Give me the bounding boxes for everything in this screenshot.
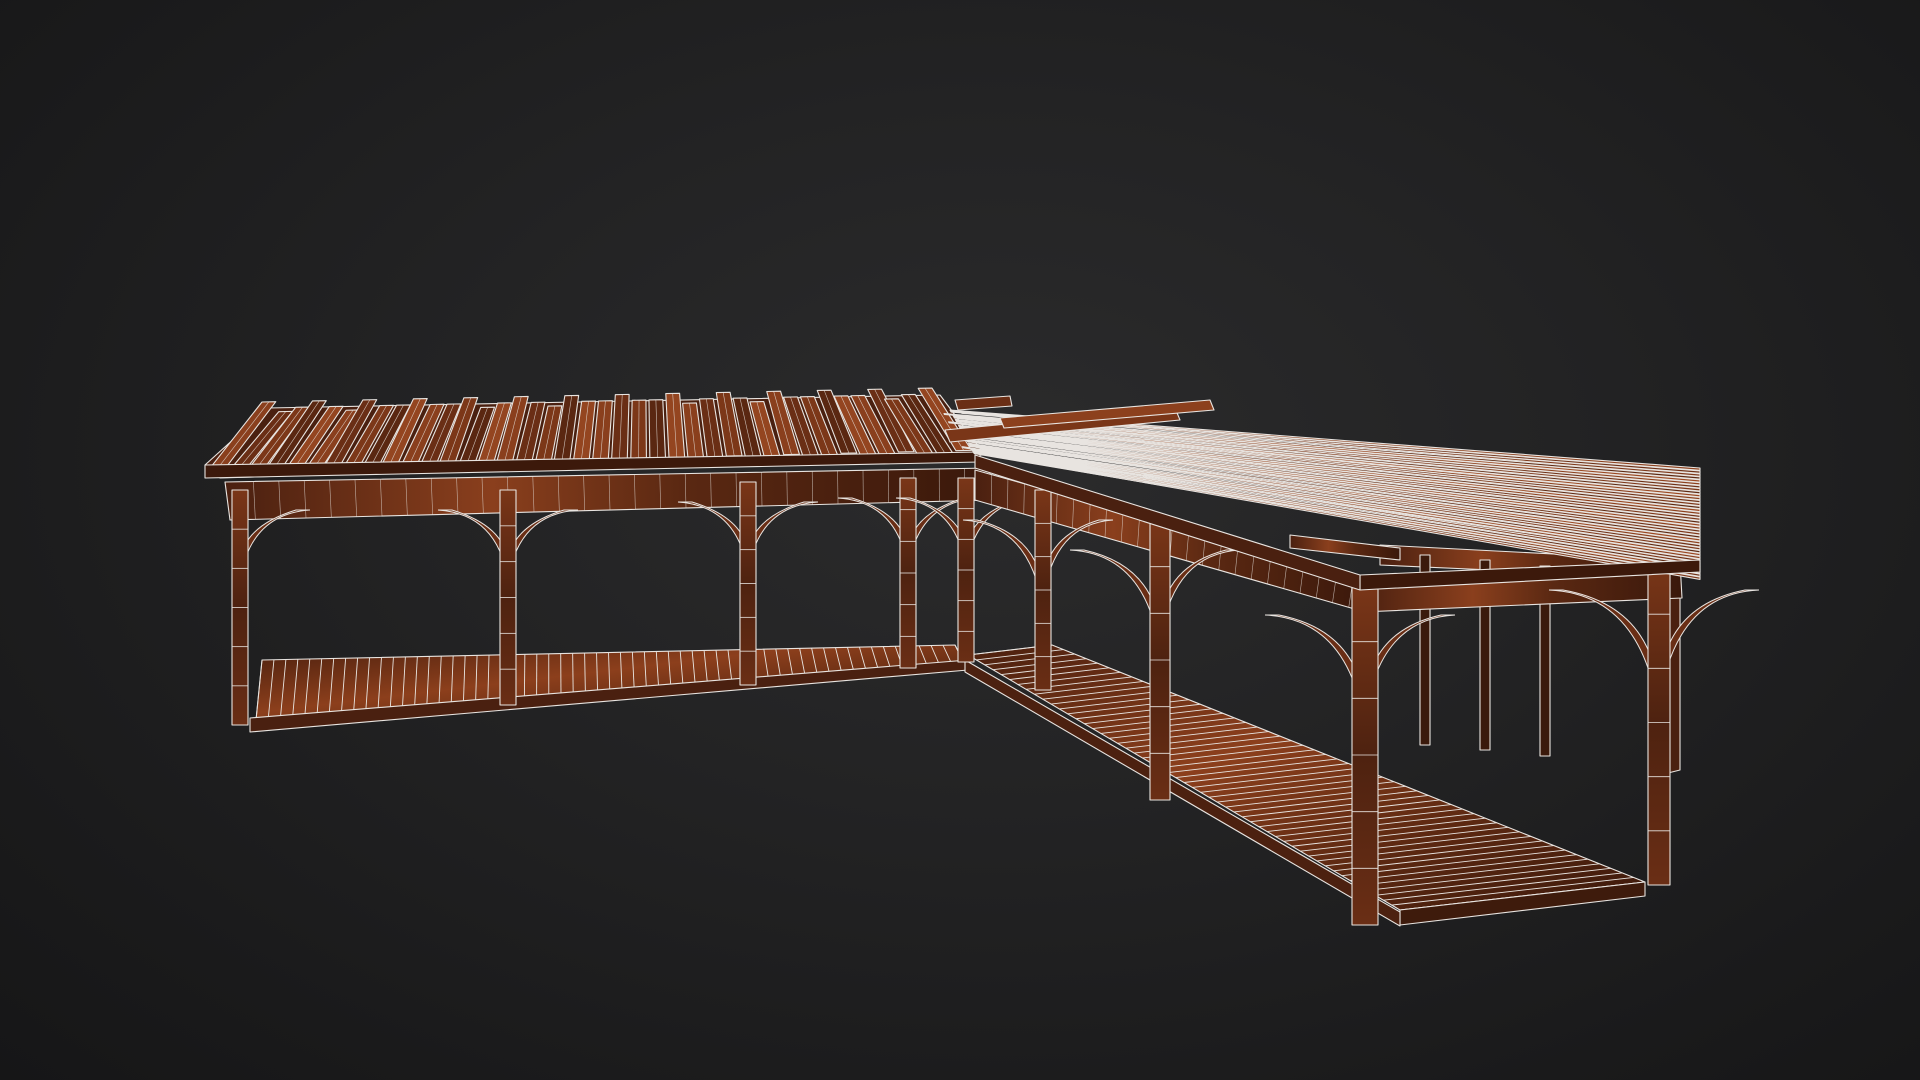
back-beam: [1289, 534, 1401, 561]
knee-brace: [677, 501, 749, 573]
knee-brace: [837, 497, 909, 569]
floor-decks: [249, 644, 1646, 927]
corner-plank: [954, 395, 1013, 411]
knee-brace: [747, 501, 819, 573]
knee-brace: [1264, 614, 1366, 730]
3d-viewport[interactable]: [0, 0, 1920, 1080]
knee-brace: [507, 509, 579, 581]
knee-brace: [239, 509, 311, 581]
left-top-beam: [224, 467, 991, 521]
knee-brace: [1069, 549, 1161, 653]
knee-brace: [437, 509, 509, 581]
pergola-model: [204, 387, 1760, 927]
roof-slat: [611, 393, 630, 460]
knee-brace: [1548, 589, 1660, 717]
